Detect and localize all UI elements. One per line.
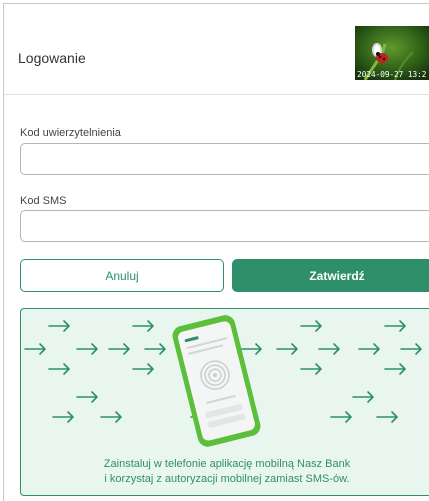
- header-divider: [4, 94, 429, 95]
- sms-code-input[interactable]: [20, 210, 429, 242]
- page-title: Logowanie: [18, 50, 86, 66]
- security-image: 2024-09-27 13:2: [355, 26, 429, 80]
- promo-text: Zainstaluj w telefonie aplikację mobilną…: [21, 457, 429, 487]
- sms-code-label: Kod SMS: [20, 195, 67, 207]
- auth-code-label: Kod uwierzytelnienia: [20, 127, 121, 139]
- security-image-timestamp: 2024-09-27 13:2: [357, 70, 427, 79]
- auth-code-input[interactable]: [20, 143, 429, 175]
- confirm-button[interactable]: Zatwierdź: [232, 259, 429, 292]
- promo-text-line-1: Zainstaluj w telefonie aplikację mobilną…: [103, 458, 351, 470]
- cancel-button[interactable]: Anuluj: [20, 259, 224, 292]
- promo-text-line-2: i korzystaj z autoryzacji mobilnej zamia…: [104, 473, 350, 485]
- mobile-app-promo-banner[interactable]: Zainstaluj w telefonie aplikację mobilną…: [20, 308, 429, 496]
- phone-fingerprint-icon: [172, 315, 261, 447]
